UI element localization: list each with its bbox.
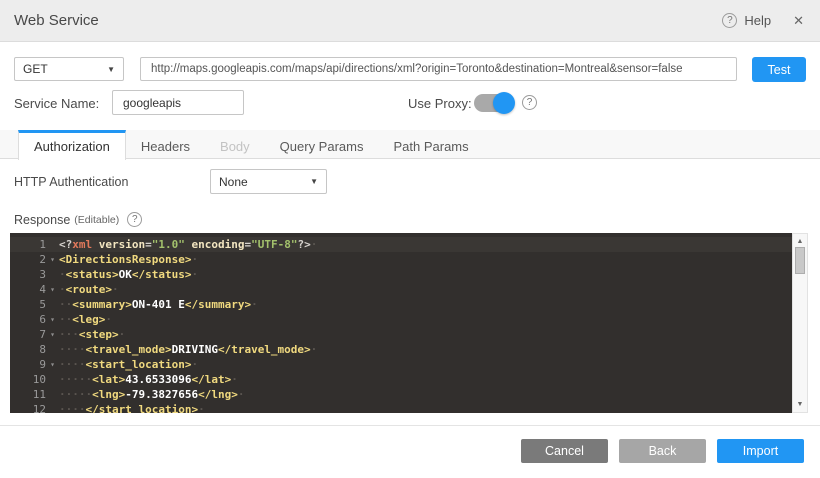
code-line[interactable]: 3 ·<status>OK</status>· bbox=[10, 267, 792, 282]
code-text: ··<summary>ON-401 E</summary>· bbox=[59, 297, 258, 312]
code-line[interactable]: 11 ·····<lng>-79.3827656</lng>· bbox=[10, 387, 792, 402]
response-header: Response (Editable) ? bbox=[14, 212, 142, 227]
fold-spacer bbox=[46, 267, 59, 282]
import-button[interactable]: Import bbox=[717, 439, 804, 463]
code-line[interactable]: 1 <?xml version="1.0" encoding="UTF-8"?>· bbox=[10, 237, 792, 252]
use-proxy-toggle[interactable] bbox=[474, 93, 512, 113]
tab-authorization[interactable]: Authorization bbox=[18, 130, 126, 160]
use-proxy-label: Use Proxy: bbox=[408, 96, 472, 111]
url-input[interactable] bbox=[140, 57, 737, 81]
service-name-label: Service Name: bbox=[14, 96, 99, 111]
line-number: 7 bbox=[10, 327, 46, 342]
cancel-button[interactable]: Cancel bbox=[521, 439, 608, 463]
code-line[interactable]: 6▾··<leg>· bbox=[10, 312, 792, 327]
tab-path-params[interactable]: Path Params bbox=[378, 130, 483, 159]
chevron-down-icon: ▼ bbox=[310, 177, 318, 186]
code-text: ··<leg>· bbox=[59, 312, 112, 327]
code-line[interactable]: 12 ····</start_location>· bbox=[10, 402, 792, 413]
http-authentication-value: None bbox=[219, 175, 248, 189]
line-number: 5 bbox=[10, 297, 46, 312]
fold-arrow-icon[interactable]: ▾ bbox=[46, 327, 59, 342]
fold-spacer bbox=[46, 402, 59, 413]
scroll-up-icon[interactable]: ▲ bbox=[793, 238, 807, 245]
line-number: 10 bbox=[10, 372, 46, 387]
tab-bar: AuthorizationHeadersBodyQuery ParamsPath… bbox=[0, 130, 820, 159]
response-label: Response bbox=[14, 213, 70, 227]
fold-spacer bbox=[46, 372, 59, 387]
code-text: ·<route>· bbox=[59, 282, 119, 297]
line-number: 12 bbox=[10, 402, 46, 413]
response-help-icon[interactable]: ? bbox=[127, 212, 142, 227]
dialog-header: Web Service ? Help ✕ bbox=[0, 0, 820, 42]
code-text: ···<step>· bbox=[59, 327, 125, 342]
code-text: ····</start_location>· bbox=[59, 402, 205, 413]
fold-spacer bbox=[46, 237, 59, 252]
fold-arrow-icon[interactable]: ▾ bbox=[46, 357, 59, 372]
http-authentication-label: HTTP Authentication bbox=[14, 175, 128, 189]
close-icon[interactable]: ✕ bbox=[793, 13, 804, 29]
scroll-down-icon[interactable]: ▼ bbox=[793, 401, 807, 408]
response-editable-note: (Editable) bbox=[74, 214, 119, 226]
code-text: ·<status>OK</status>· bbox=[59, 267, 198, 282]
line-number: 2 bbox=[10, 252, 46, 267]
code-text: <DirectionsResponse>· bbox=[59, 252, 198, 267]
tab-headers[interactable]: Headers bbox=[126, 130, 205, 159]
back-button[interactable]: Back bbox=[619, 439, 706, 463]
fold-arrow-icon[interactable]: ▾ bbox=[46, 282, 59, 297]
line-number: 4 bbox=[10, 282, 46, 297]
line-number: 9 bbox=[10, 357, 46, 372]
fold-spacer bbox=[46, 297, 59, 312]
line-number: 6 bbox=[10, 312, 46, 327]
service-name-input[interactable] bbox=[112, 90, 244, 115]
header-actions: ? Help ✕ bbox=[722, 13, 804, 29]
fold-arrow-icon[interactable]: ▾ bbox=[46, 252, 59, 267]
fold-spacer bbox=[46, 342, 59, 357]
code-line[interactable]: 5 ··<summary>ON-401 E</summary>· bbox=[10, 297, 792, 312]
code-line[interactable]: 10 ·····<lat>43.6533096</lat>· bbox=[10, 372, 792, 387]
code-text: <?xml version="1.0" encoding="UTF-8"?>· bbox=[59, 237, 317, 252]
code-text: ····<travel_mode>DRIVING</travel_mode>· bbox=[59, 342, 317, 357]
code-text: ····<start_location>· bbox=[59, 357, 198, 372]
code-line[interactable]: 4▾·<route>· bbox=[10, 282, 792, 297]
http-method-select[interactable]: GET ▼ bbox=[14, 57, 124, 81]
dialog-title: Web Service bbox=[14, 12, 99, 29]
code-text: ·····<lat>43.6533096</lat>· bbox=[59, 372, 238, 387]
test-button[interactable]: Test bbox=[752, 57, 806, 82]
line-number: 11 bbox=[10, 387, 46, 402]
line-number: 8 bbox=[10, 342, 46, 357]
fold-spacer bbox=[46, 387, 59, 402]
code-line[interactable]: 7▾···<step>· bbox=[10, 327, 792, 342]
line-number: 1 bbox=[10, 237, 46, 252]
code-line[interactable]: 2▾<DirectionsResponse>· bbox=[10, 252, 792, 267]
help-icon[interactable]: ? bbox=[722, 13, 737, 28]
code-text: ·····<lng>-79.3827656</lng>· bbox=[59, 387, 244, 402]
http-method-value: GET bbox=[23, 62, 48, 76]
tab-body[interactable]: Body bbox=[205, 130, 265, 159]
scrollbar-thumb[interactable] bbox=[795, 247, 805, 274]
editor-scrollbar[interactable]: ▲ ▼ bbox=[792, 233, 808, 413]
chevron-down-icon: ▼ bbox=[107, 65, 115, 74]
code-line[interactable]: 8 ····<travel_mode>DRIVING</travel_mode>· bbox=[10, 342, 792, 357]
tab-query-params[interactable]: Query Params bbox=[265, 130, 379, 159]
proxy-help-icon[interactable]: ? bbox=[522, 95, 537, 110]
http-authentication-select[interactable]: None ▼ bbox=[210, 169, 327, 194]
code-line[interactable]: 9▾····<start_location>· bbox=[10, 357, 792, 372]
line-number: 3 bbox=[10, 267, 46, 282]
help-link[interactable]: Help bbox=[744, 13, 771, 28]
code-editor[interactable]: 1 <?xml version="1.0" encoding="UTF-8"?>·… bbox=[10, 233, 792, 413]
toggle-thumb bbox=[493, 92, 515, 114]
fold-arrow-icon[interactable]: ▾ bbox=[46, 312, 59, 327]
footer-divider bbox=[0, 425, 820, 426]
